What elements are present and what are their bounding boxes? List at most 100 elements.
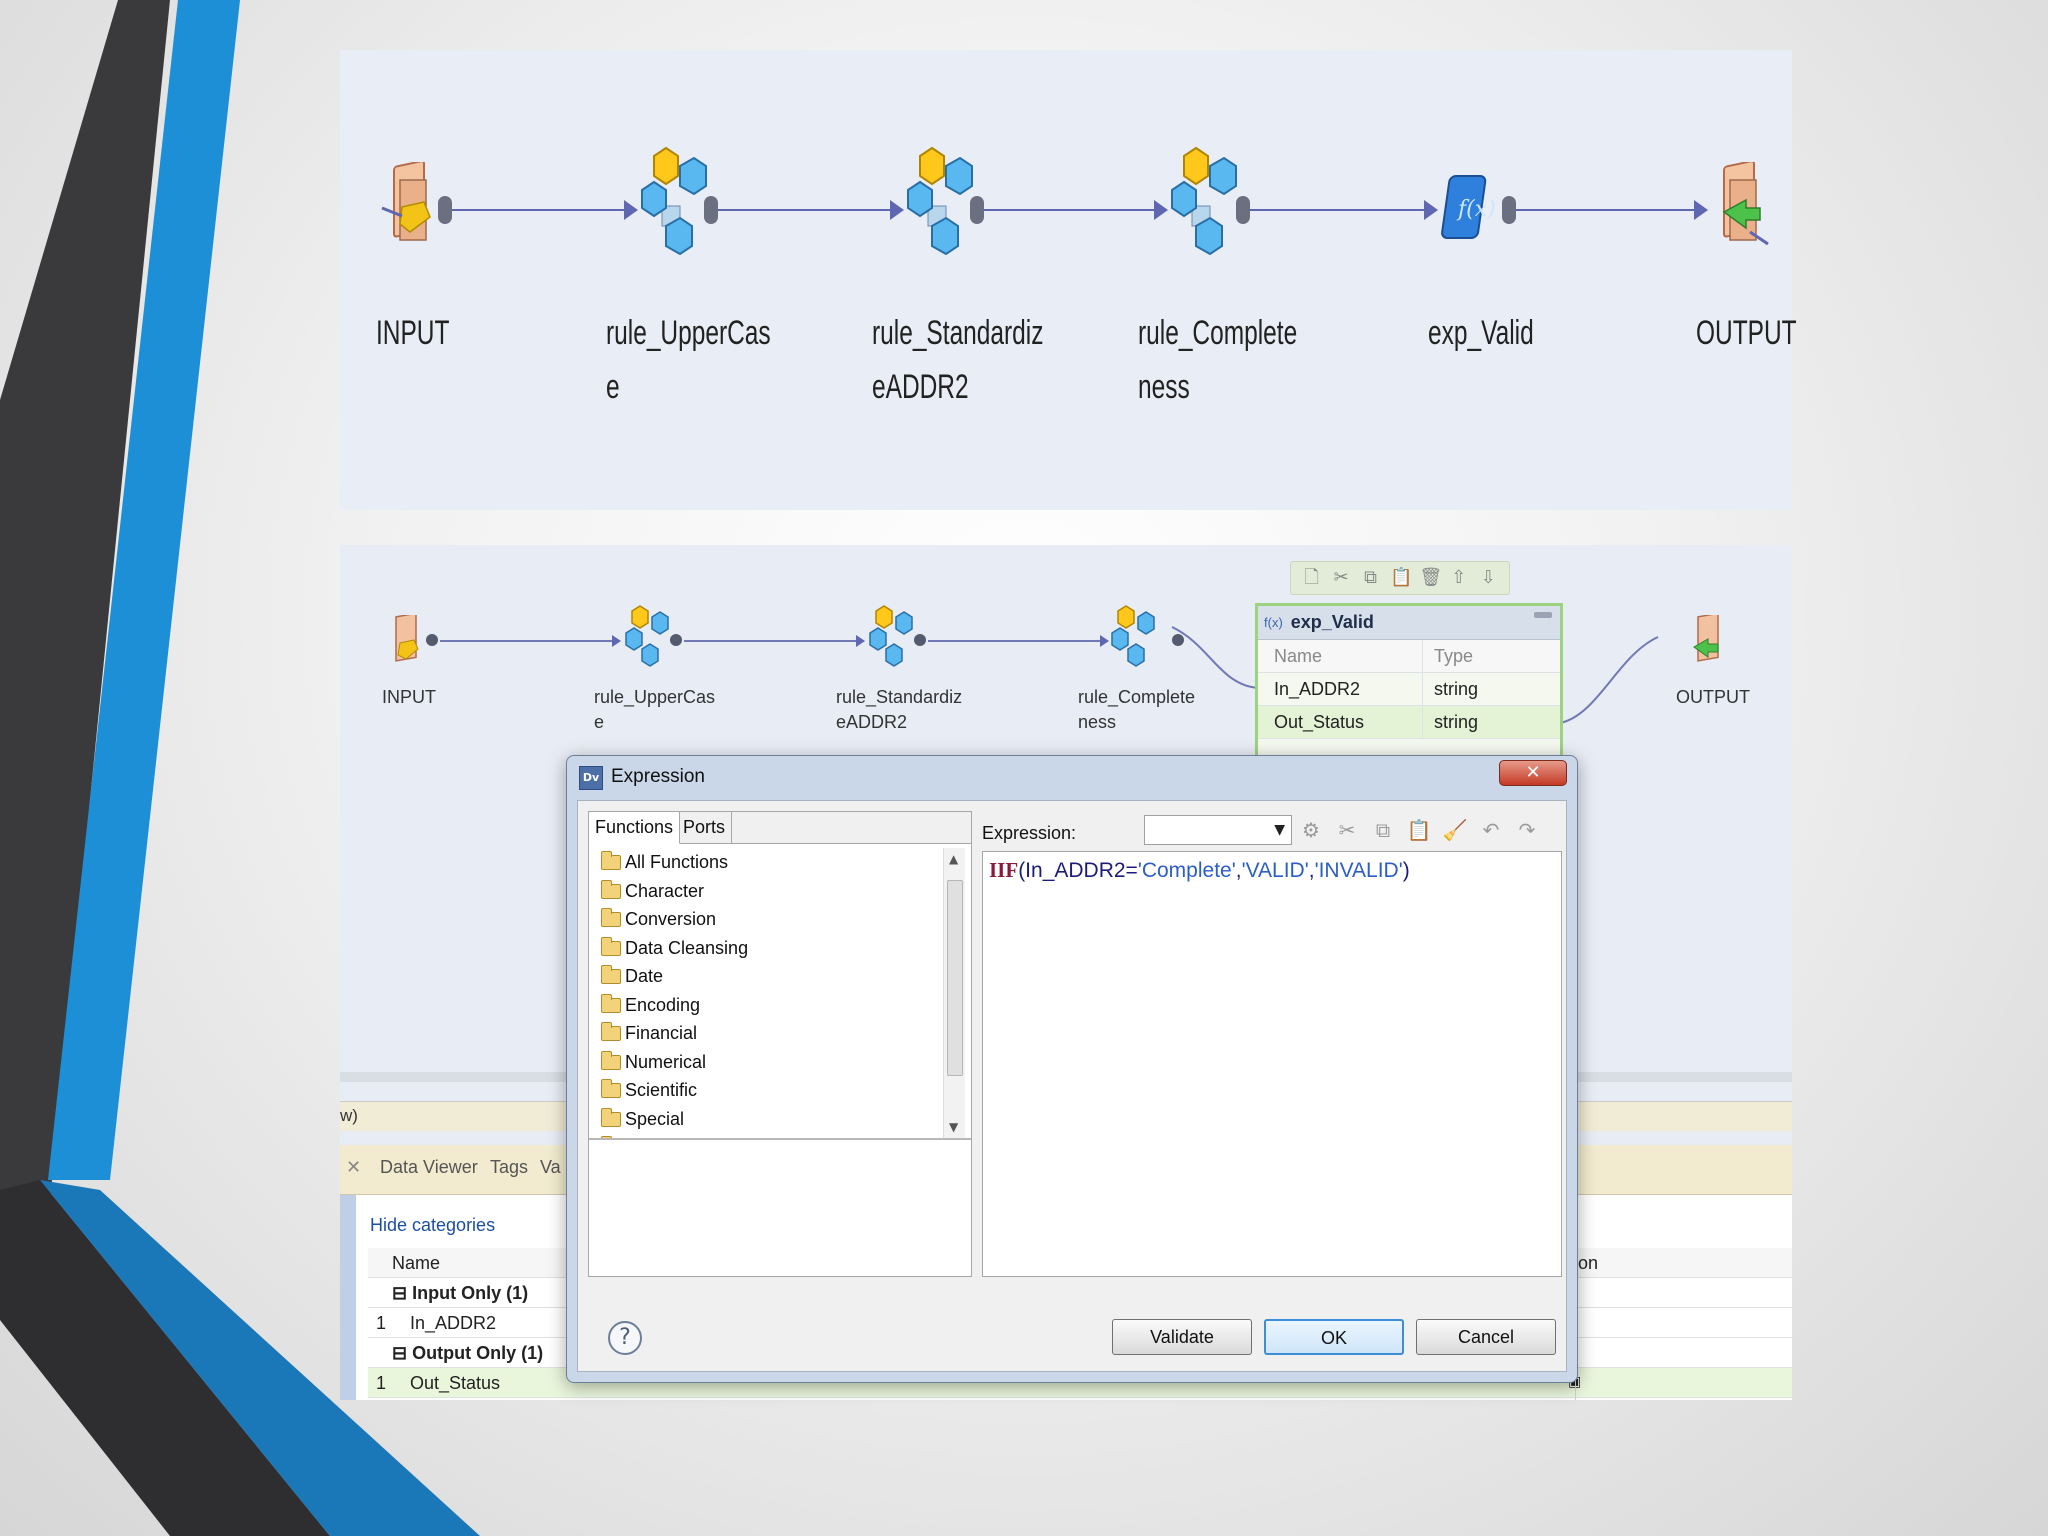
port-type: string [1434,679,1479,699]
connector-line [984,209,1154,211]
arrow-icon [1100,635,1109,647]
connector-line [440,640,612,642]
functions-tab-strip: Functions Ports [589,812,971,844]
function-category-item[interactable]: Encoding [589,991,939,1020]
tab-tags[interactable]: Tags [490,1157,528,1178]
function-category-item[interactable]: All Functions [589,848,939,877]
function-icon: f(x) [1264,615,1283,630]
help-icon[interactable]: ? [608,1321,642,1355]
minimize-icon[interactable] [1534,612,1552,618]
close-button[interactable]: ✕ [1499,760,1567,786]
paste-icon[interactable]: 📋 [1390,568,1412,588]
expression-dialog: Dv Expression ✕ Functions Ports All Func… [566,755,1578,1383]
copy-icon[interactable]: ⧉ [1370,817,1396,843]
function-category-item[interactable]: Scientific [589,1076,939,1105]
connector-to-output [1559,636,1659,724]
expression-icon[interactable]: f(x) [1440,162,1500,252]
tab-data-viewer[interactable]: Data Viewer [380,1157,478,1178]
pane-divider[interactable] [589,1138,971,1140]
tab-functions[interactable]: Functions [589,812,681,844]
port-dot[interactable] [1502,196,1516,224]
dialog-body: Functions Ports All Functions Character Co… [577,800,1567,1372]
move-up-icon[interactable]: ⇧ [1449,568,1469,588]
cut-icon[interactable]: ✂ [1331,568,1351,588]
redo-icon[interactable]: ↷ [1514,817,1540,843]
exp-header[interactable]: f(x) exp_Valid [1258,606,1560,640]
ok-button[interactable]: OK [1264,1319,1404,1355]
expression-editor[interactable]: IIF(In_ADDR2='Complete','VALID','INVALID… [982,851,1562,1277]
port-type: string [1434,712,1479,732]
chevron-down-icon: ▼ [1274,822,1285,838]
rule-icon[interactable] [640,146,712,276]
function-category-item[interactable]: Financial [589,1019,939,1048]
paste-icon[interactable]: 📋 [1406,817,1432,843]
cut-icon[interactable]: ✂ [1334,817,1360,843]
dialog-title: Expression [611,766,705,787]
move-down-icon[interactable]: ⇩ [1478,568,1498,588]
arrow-icon [1154,200,1168,220]
port-row[interactable]: Out_Status string [1258,706,1560,739]
name-column-header: Name [392,1253,441,1273]
source-icon[interactable] [384,615,428,671]
top-node-label: rule_UpperCas e [606,314,771,406]
copy-icon[interactable]: ⧉ [1361,568,1381,588]
function-category-label: Special [625,1108,685,1129]
scroll-down-icon[interactable]: ▼ [949,1120,958,1134]
scrollbar-thumb[interactable] [947,880,963,1076]
arrow-icon [612,635,621,647]
hide-categories-link[interactable]: Hide categories [370,1215,495,1236]
row-number: 1 [376,1313,387,1333]
cancel-button[interactable]: Cancel [1416,1319,1556,1355]
properties-title-fragment: w) [340,1106,358,1125]
tab-ports[interactable]: Ports [677,812,733,844]
exp-mini-toolbar: 🗋 ✂ ⧉ 📋 🗑 ⇧ ⇩ [1290,561,1510,595]
source-icon[interactable] [380,162,440,252]
function-category-item[interactable]: Conversion [589,905,939,934]
rule-icon[interactable] [906,146,978,276]
function-category-item[interactable]: Character [589,877,939,906]
tab-validation[interactable]: Va [540,1157,561,1178]
rule-icon[interactable] [1170,146,1242,276]
expression-dropdown[interactable]: ▼ [1144,815,1292,845]
port-row[interactable]: In_ADDR2 string [1258,673,1560,706]
validate-icon[interactable]: ⚙ [1298,817,1324,843]
scrollbar[interactable]: ▲ ▼ [943,848,965,1138]
expression-toolbar: ⚙ ✂ ⧉ 📋 🧹 ↶ ↷ [1298,815,1558,845]
port-dot[interactable] [438,196,452,224]
function-category-list: All Functions Character Conversion Data Cle… [589,848,939,1138]
function-category-label: Character [625,880,705,901]
bottom-node-label: INPUT [382,687,436,707]
scroll-up-icon[interactable]: ▲ [949,852,958,866]
close-icon[interactable]: ✕ [346,1157,361,1178]
undo-icon[interactable]: ↶ [1478,817,1504,843]
top-node-label: rule_Complete ness [1138,314,1298,406]
function-category-item[interactable]: Data Cleansing [589,934,939,963]
function-category-item[interactable]: Special [589,1105,939,1134]
dialog-titlebar[interactable]: Dv Expression ✕ [567,756,1577,800]
folder-icon [601,1022,621,1041]
clear-icon[interactable]: 🧹 [1442,817,1468,843]
function-category-label: All Functions [625,852,729,872]
mapping-overview-panel: f(x) INPUT rule_UpperCas e rule_Standard… [340,50,1797,510]
bottom-node-label: OUTPUT [1676,687,1750,707]
function-category-label: Numerical [625,1051,707,1072]
delete-icon[interactable]: 🗑 [1419,568,1442,588]
validate-button[interactable]: Validate [1112,1319,1252,1355]
function-category-item[interactable]: Numerical [589,1048,939,1077]
target-icon[interactable] [1686,615,1730,671]
new-port-icon[interactable]: 🗋 [1302,568,1322,588]
folder-icon [601,993,621,1013]
rule-icon[interactable] [1110,605,1166,675]
rule-icon[interactable] [624,605,680,675]
left-gutter [340,1195,356,1400]
arrow-icon [890,200,904,220]
arrow-icon [1424,200,1438,220]
column-name-header: Name [1274,646,1323,666]
rule-icon[interactable] [868,605,924,675]
exp-title: exp_Valid [1290,612,1374,632]
target-icon[interactable] [1710,162,1770,252]
function-category-item[interactable]: Date [589,962,939,991]
connector-line [1516,209,1694,211]
function-category-label: Date [625,966,664,986]
svg-text:f(x): f(x) [1456,197,1496,222]
